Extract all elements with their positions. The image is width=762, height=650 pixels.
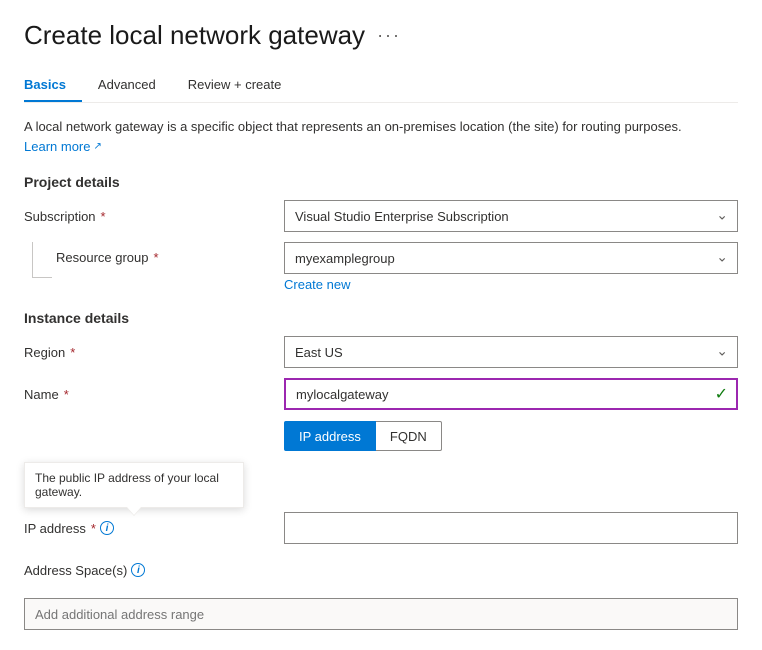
name-control: ✓: [284, 378, 738, 410]
subscription-select-wrapper: Visual Studio Enterprise Subscription: [284, 200, 738, 232]
resource-group-select[interactable]: myexamplegroup: [284, 242, 738, 274]
name-input-wrapper: ✓: [284, 378, 738, 410]
tab-review-create[interactable]: Review + create: [172, 69, 298, 102]
subscription-select[interactable]: Visual Studio Enterprise Subscription: [284, 200, 738, 232]
page-description: A local network gateway is a specific ob…: [24, 117, 724, 156]
tab-advanced[interactable]: Advanced: [82, 69, 172, 102]
region-label: Region *: [24, 345, 284, 360]
fqdn-toggle[interactable]: FQDN: [376, 421, 442, 451]
address-space-row: Address Space(s) i: [24, 554, 738, 586]
subscription-row: Subscription * Visual Studio Enterprise …: [24, 200, 738, 232]
resource-group-label: Resource group *: [56, 242, 159, 265]
endpoint-toggle-group: IP address FQDN: [284, 421, 738, 451]
page-title: Create local network gateway: [24, 20, 365, 51]
resource-group-indent: Resource group *: [24, 242, 284, 278]
ip-address-control: [284, 512, 738, 544]
ip-address-label: IP address * i: [24, 521, 284, 536]
instance-details-heading: Instance details: [24, 310, 738, 326]
resource-group-select-wrapper: myexamplegroup: [284, 242, 738, 274]
resource-group-required: *: [154, 250, 159, 265]
address-space-info-icon[interactable]: i: [131, 563, 145, 577]
ip-address-input[interactable]: [284, 512, 738, 544]
subscription-required: *: [101, 209, 106, 224]
resource-group-control: myexamplegroup Create new: [284, 242, 738, 292]
ip-address-section: The public IP address of your local gate…: [24, 462, 738, 544]
name-required: *: [64, 387, 69, 402]
endpoint-toggle-control: IP address FQDN: [284, 421, 738, 451]
address-range-row: [24, 598, 738, 630]
name-label: Name *: [24, 387, 284, 402]
check-icon: ✓: [715, 384, 728, 404]
region-select-wrapper: East US: [284, 336, 738, 368]
learn-more-link[interactable]: Learn more ↗: [24, 137, 102, 157]
tooltip-popup: The public IP address of your local gate…: [24, 462, 244, 508]
options-ellipsis[interactable]: ···: [377, 25, 401, 46]
ip-address-toggle[interactable]: IP address: [284, 421, 376, 451]
connector-line: [32, 242, 52, 278]
subscription-control: Visual Studio Enterprise Subscription: [284, 200, 738, 232]
ip-info-icon[interactable]: i: [100, 521, 114, 535]
external-link-icon: ↗: [93, 139, 101, 154]
tab-bar: Basics Advanced Review + create: [24, 69, 738, 103]
address-range-input[interactable]: [24, 598, 738, 630]
resource-group-row: Resource group * myexamplegroup Create n…: [24, 242, 738, 292]
project-details-heading: Project details: [24, 174, 738, 190]
page-header: Create local network gateway ···: [24, 20, 738, 51]
endpoint-toggle-row: IP address FQDN: [24, 420, 738, 452]
region-required: *: [70, 345, 75, 360]
name-row: Name * ✓: [24, 378, 738, 410]
region-control: East US: [284, 336, 738, 368]
tooltip-area: The public IP address of your local gate…: [24, 462, 738, 510]
region-row: Region * East US: [24, 336, 738, 368]
subscription-label: Subscription *: [24, 209, 284, 224]
tab-basics[interactable]: Basics: [24, 69, 82, 102]
region-select[interactable]: East US: [284, 336, 738, 368]
name-input[interactable]: [284, 378, 738, 410]
create-new-link[interactable]: Create new: [284, 277, 350, 292]
ip-address-row: IP address * i: [24, 512, 738, 544]
address-space-label: Address Space(s) i: [24, 563, 284, 578]
ip-required: *: [91, 521, 96, 536]
